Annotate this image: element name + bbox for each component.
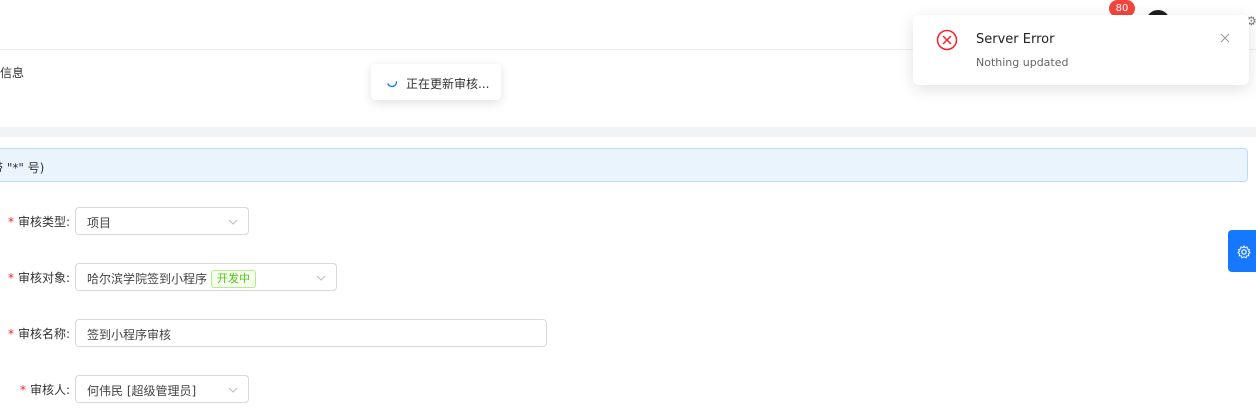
audit-target-label: * 审核对象: [7,271,70,285]
close-icon[interactable] [1219,32,1231,44]
audit-type-value: 项目 [87,216,112,230]
chevron-down-icon [316,275,326,281]
auditor-select[interactable]: 何伟民 [超级管理员] [75,375,249,403]
auditor-label: * 审核人: [19,383,70,397]
error-notification: Server Error Nothing updated [913,15,1249,85]
audit-target-value: 哈尔滨学院签到小程序 开发中 [87,270,257,288]
required-mark: * [7,271,14,285]
form-row-audit-name: * 审核名称: 签到小程序审核 [0,319,550,347]
required-mark: * [19,383,26,397]
audit-target-select[interactable]: 哈尔滨学院签到小程序 开发中 [75,263,337,291]
audit-type-label: * 审核类型: [7,215,70,229]
audit-name-label: * 审核名称: [7,327,70,341]
info-alert-text: 带 "*" 号) [0,161,45,175]
page-title: 核信息 [0,66,25,80]
loading-toast: 正在更新审核... [371,64,501,100]
audit-name-input[interactable]: 签到小程序审核 [75,319,547,347]
form-row-audit-type: * 审核类型: 项目 [0,207,250,235]
settings-button[interactable] [1228,230,1256,272]
loading-spinner-icon [387,81,398,88]
form-row-auditor: * 审核人: 何伟民 [超级管理员] [0,375,250,403]
loading-toast-text: 正在更新审核... [406,77,490,91]
required-mark: * [7,215,14,229]
chevron-down-icon [228,387,238,393]
notification-description: Nothing updated [976,56,1069,69]
status-badge: 开发中 [211,270,257,288]
chevron-down-icon [228,219,238,225]
auditor-value: 何伟民 [超级管理员] [87,384,197,398]
close-circle-icon [936,29,958,51]
gear-icon [1237,245,1251,259]
form-row-audit-target: * 审核对象: 哈尔滨学院签到小程序 开发中 [0,263,340,291]
info-alert: 带 "*" 号) [0,148,1248,182]
required-mark: * [7,327,14,341]
audit-type-select[interactable]: 项目 [75,207,249,235]
notification-title: Server Error [976,32,1055,47]
audit-name-value: 签到小程序审核 [87,328,172,342]
